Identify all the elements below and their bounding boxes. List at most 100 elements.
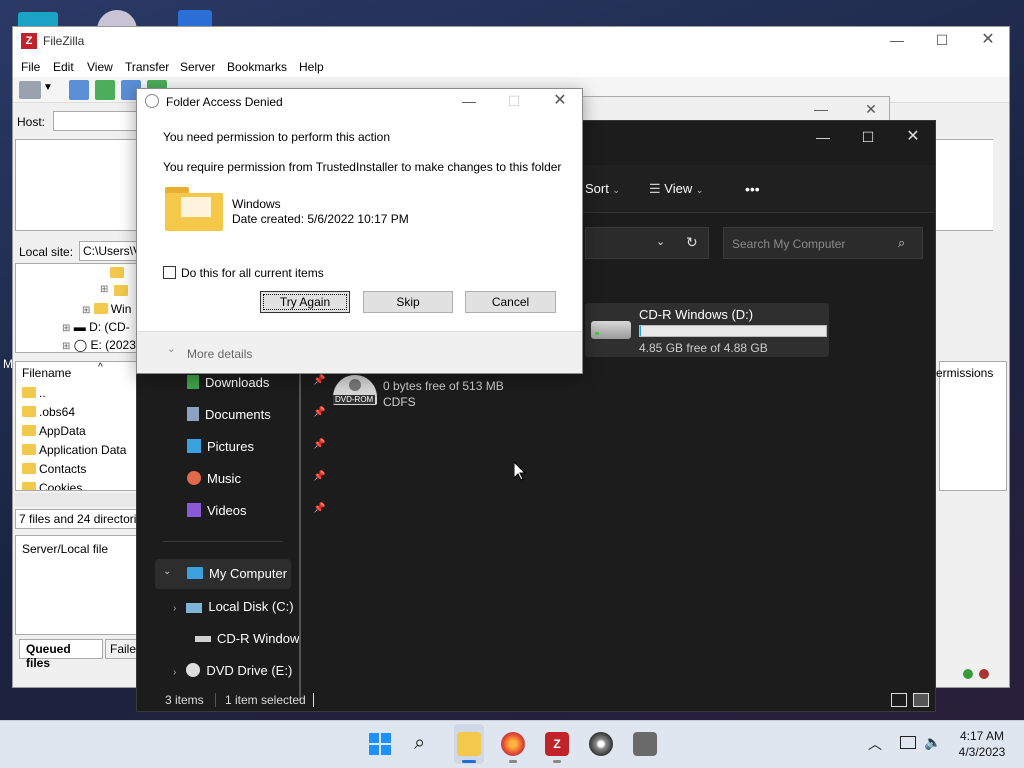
nav-item-dvd-drive-e[interactable]: › DVD Drive (E:) <box>173 663 303 678</box>
tab-failed[interactable]: Faile <box>105 639 137 659</box>
menu-help[interactable]: Help <box>299 60 324 74</box>
disc-icon <box>186 663 201 677</box>
toggle-tree-icon[interactable] <box>95 80 115 100</box>
cancel-button[interactable]: Cancel <box>465 291 556 313</box>
chevron-up-icon[interactable]: ︿ <box>868 734 882 754</box>
menu-bookmarks[interactable]: Bookmarks <box>227 60 287 74</box>
close-button[interactable]: ✕ <box>903 127 923 147</box>
fragment-m: M <box>3 357 13 371</box>
app-box-icon[interactable] <box>633 732 657 756</box>
file-explorer-icon[interactable] <box>457 732 481 756</box>
search-icon[interactable]: ⌕ <box>898 235 905 251</box>
drive-d-name: CD-R Windows (D:) <box>639 307 754 322</box>
list-item[interactable]: Contacts <box>22 462 86 476</box>
search-placeholder: Search My Computer <box>732 237 846 251</box>
minimize-button[interactable]: — <box>813 127 833 147</box>
list-item[interactable]: .obs64 <box>22 405 75 419</box>
tab-queued-files[interactable]: Queued files <box>19 639 103 670</box>
volume-icon[interactable]: 🔈 <box>924 734 941 751</box>
obs-icon[interactable] <box>589 732 613 756</box>
network-icon[interactable] <box>900 736 916 749</box>
drive-tile-d[interactable]: CD-R Windows (D:) 4.85 GB free of 4.88 G… <box>585 303 829 357</box>
menu-transfer[interactable]: Transfer <box>125 60 169 74</box>
address-bar[interactable]: ⌄ ↻ <box>585 227 709 259</box>
nav-item-local-disk-c[interactable]: › Local Disk (C:) <box>173 599 303 614</box>
skip-button[interactable]: Skip <box>363 291 453 313</box>
remote-file-list: ermissions <box>936 361 1007 491</box>
sort-button[interactable]: Sort ⌄ <box>585 181 620 196</box>
minimize-button[interactable]: — <box>459 91 479 111</box>
host-input[interactable] <box>53 111 143 131</box>
maximize-button[interactable]: ☐ <box>932 30 952 50</box>
nav-item-music[interactable]: Music 📌 <box>187 471 327 486</box>
log-scrollbar[interactable] <box>993 139 1007 231</box>
apply-all-checkbox[interactable] <box>163 266 176 279</box>
nav-item-my-computer[interactable]: ⌄ My Computer <box>155 559 291 589</box>
filezilla-menubar: File Edit View Transfer Server Bookmarks… <box>13 57 1009 77</box>
more-details-link[interactable]: More details <box>187 347 252 361</box>
list-item[interactable]: Cookies <box>22 481 82 490</box>
site-manager-icon[interactable] <box>19 81 41 99</box>
maximize-button[interactable]: ☐ <box>858 127 878 147</box>
filezilla-titlebar: Z FileZilla — ☐ ✕ <box>13 27 1009 57</box>
nav-item-documents[interactable]: Documents 📌 <box>187 407 327 422</box>
close-button[interactable]: ✕ <box>550 91 570 111</box>
drive-e-filesystem: CDFS <box>383 395 416 409</box>
chevron-down-icon[interactable]: ▼ <box>43 82 53 93</box>
status-divider <box>215 693 216 707</box>
view-button[interactable]: ☰ View ⌄ <box>649 181 703 197</box>
nav-divider <box>163 541 283 542</box>
queue-column-header[interactable]: Server/Local file <box>22 542 108 556</box>
menu-server[interactable]: Server <box>180 60 215 74</box>
mouse-cursor-icon <box>514 462 526 481</box>
local-site-input[interactable]: C:\Users\V <box>79 241 139 261</box>
queue-pane: Server/Local file <box>15 535 137 635</box>
clock-date[interactable]: 4/3/2023 <box>954 745 1010 759</box>
tree-item-windows[interactable]: ⊞ Win <box>82 302 131 316</box>
nav-item-videos[interactable]: Videos 📌 <box>187 503 327 518</box>
expand-icon[interactable]: ⊞ <box>100 284 108 295</box>
nav-item-downloads[interactable]: Downloads 📌 <box>187 375 327 390</box>
minimize-button[interactable]: — <box>811 99 831 119</box>
see-more-button[interactable]: ••• <box>745 181 760 197</box>
tiles-view-icon[interactable] <box>913 693 929 707</box>
refresh-icon[interactable]: ↻ <box>686 234 698 251</box>
filename-column-header[interactable]: Filename <box>22 366 71 380</box>
list-item[interactable]: .. <box>22 386 46 400</box>
minimize-button[interactable]: — <box>887 30 907 50</box>
clock-time[interactable]: 4:17 AM <box>958 729 1006 743</box>
pin-icon: 📌 <box>313 407 326 418</box>
menu-view[interactable]: View <box>87 60 113 74</box>
chevron-down-icon[interactable]: ⌄ <box>656 235 665 248</box>
permissions-column-header[interactable]: ermissions <box>936 366 993 380</box>
chevron-down-icon[interactable]: ⌄ <box>167 344 175 355</box>
details-view-icon[interactable] <box>891 693 907 707</box>
search-icon[interactable]: ⌕ <box>414 732 425 755</box>
menu-edit[interactable]: Edit <box>53 60 74 74</box>
list-item[interactable]: Application Data <box>22 443 126 457</box>
maximize-button: ☐ <box>507 93 521 109</box>
local-list-scrollbar[interactable] <box>15 493 137 507</box>
apply-all-label[interactable]: Do this for all current items <box>181 266 324 280</box>
menu-file[interactable]: File <box>21 60 40 74</box>
tree-item-e-drive[interactable]: ⊞ ◯ E: (2023 <box>62 338 136 352</box>
folder-icon <box>93 303 108 314</box>
nav-item-pictures[interactable]: Pictures 📌 <box>187 439 327 454</box>
list-item[interactable]: AppData <box>22 424 86 438</box>
close-button[interactable]: ✕ <box>978 30 998 50</box>
status-item-count: 3 items <box>165 693 204 707</box>
firefox-icon[interactable] <box>501 732 525 756</box>
clock-icon <box>145 94 159 108</box>
folder-icon <box>114 285 128 296</box>
search-box[interactable]: Search My Computer ⌕ <box>723 227 923 259</box>
toggle-log-icon[interactable] <box>69 80 89 100</box>
folder-icon <box>165 187 223 233</box>
try-again-button[interactable]: Try Again <box>260 291 350 313</box>
tree-item-d-drive[interactable]: ⊞ ▬ D: (CD- <box>62 320 130 334</box>
host-label: Host: <box>17 115 46 129</box>
start-icon[interactable] <box>369 733 391 755</box>
folder-icon <box>110 267 124 278</box>
filezilla-taskbar-icon[interactable]: Z <box>545 732 569 756</box>
nav-item-cdr-windows[interactable]: CD-R Window <box>195 631 305 646</box>
close-button[interactable]: ✕ <box>861 99 881 119</box>
